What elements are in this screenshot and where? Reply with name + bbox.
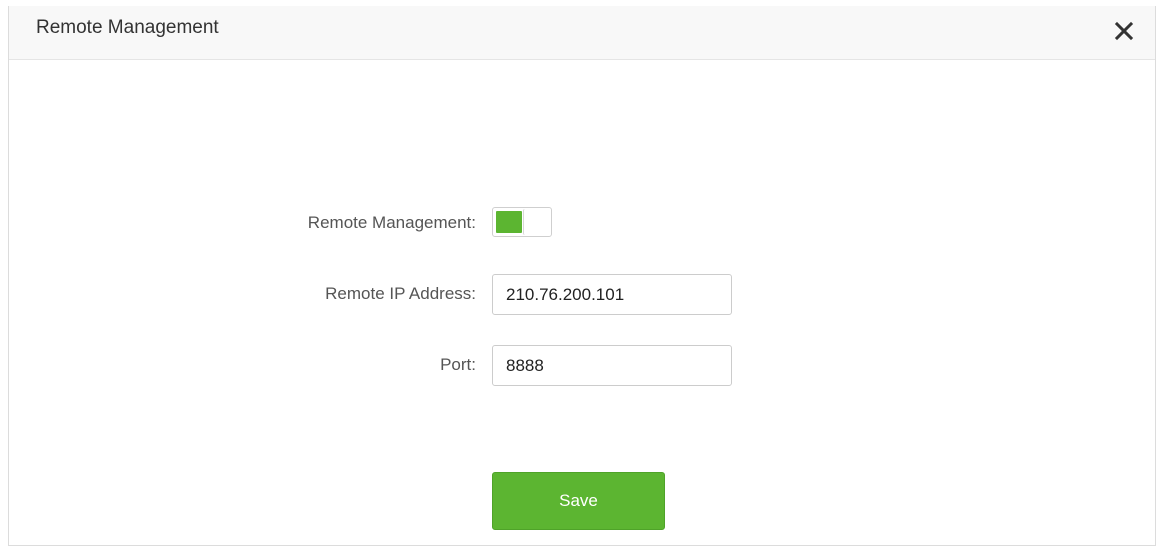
port-label: Port: (440, 355, 476, 374)
toggle-knob (523, 209, 549, 235)
dialog-title: Remote Management (36, 17, 219, 38)
dialog-header: Remote Management (9, 6, 1155, 60)
close-icon[interactable] (1113, 20, 1135, 42)
remote-management-label: Remote Management: (307, 213, 476, 232)
remote-ip-input[interactable] (492, 274, 732, 315)
toggle-on-indicator (496, 211, 522, 233)
remote-management-toggle[interactable] (492, 207, 552, 237)
remote-ip-label: Remote IP Address: (325, 284, 476, 303)
save-button[interactable]: Save (492, 472, 665, 530)
port-input[interactable] (492, 345, 732, 386)
remote-management-dialog: Remote Management Remote Management: Rem… (8, 6, 1156, 546)
